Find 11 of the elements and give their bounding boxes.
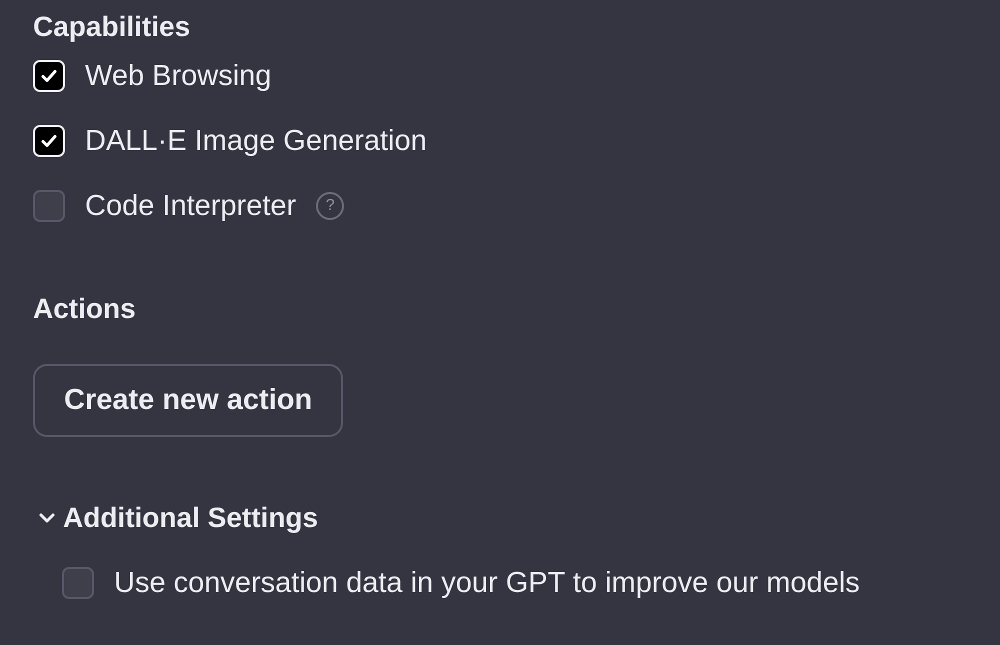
- section-heading: Actions: [33, 292, 137, 326]
- help-icon[interactable]: ?: [316, 192, 344, 220]
- checkbox-label: Use conversation data in your GPT to improve our models: [114, 566, 860, 600]
- checkbox-label: Web Browsing: [85, 60, 272, 92]
- additional-settings-toggle[interactable]: Additional Settings: [33, 499, 318, 537]
- create-action-button[interactable]: Create new action: [33, 364, 344, 437]
- section-heading: Capabilities: [33, 10, 192, 44]
- checkbox[interactable]: [62, 567, 94, 599]
- checkbox-label: DALL·E Image Generation: [85, 124, 427, 158]
- checkbox[interactable]: [33, 190, 65, 222]
- checkbox-label: Code Interpreter: [85, 190, 296, 222]
